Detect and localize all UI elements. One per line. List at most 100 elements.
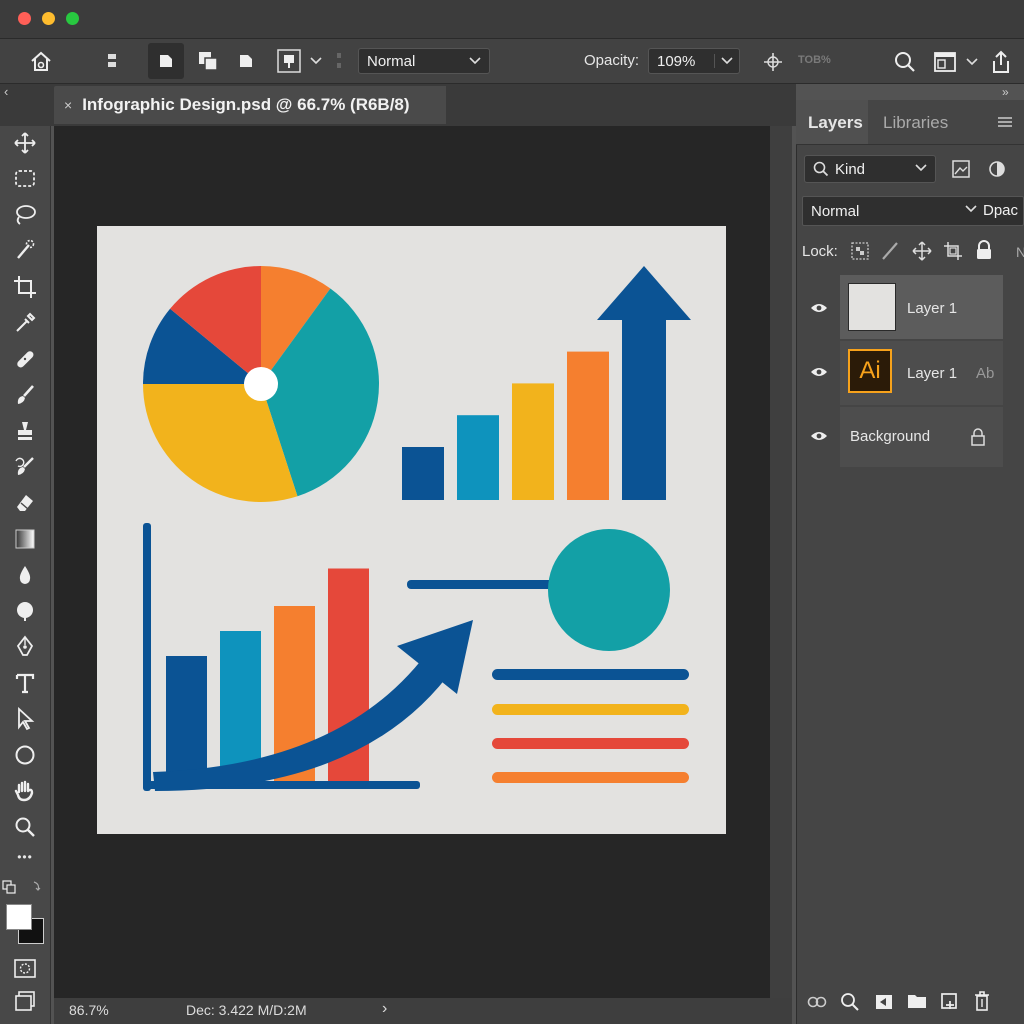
new-layer-icon[interactable] xyxy=(940,992,960,1012)
subtract-selection-button[interactable] xyxy=(228,43,264,79)
close-window-button[interactable] xyxy=(18,12,31,25)
history-brush-tool-icon[interactable] xyxy=(8,452,42,482)
home-icon[interactable] xyxy=(26,47,56,77)
filter-kind-select[interactable]: Kind xyxy=(804,155,936,183)
separator-icon xyxy=(332,51,346,71)
clone-stamp-tool-icon[interactable] xyxy=(8,416,42,446)
tab-layers[interactable]: Layers xyxy=(796,100,868,144)
illustrator-smart-object-thumbnail: Ai xyxy=(848,349,892,393)
delete-layer-icon[interactable] xyxy=(973,990,993,1012)
blur-tool-icon[interactable] xyxy=(8,560,42,590)
layer-blend-mode-select[interactable]: Normal Dpac xyxy=(802,196,1024,226)
tool-preset-icon[interactable] xyxy=(102,51,122,71)
brush-tool-icon[interactable] xyxy=(8,380,42,410)
lock-all-icon[interactable] xyxy=(975,240,995,262)
search-icon[interactable] xyxy=(890,47,920,77)
zoom-tool-icon[interactable] xyxy=(8,812,42,842)
layer-thumbnail xyxy=(848,283,896,331)
lock-label: Lock: xyxy=(802,243,838,260)
lasso-tool-icon[interactable] xyxy=(8,200,42,230)
eye-visibility-icon[interactable] xyxy=(810,430,828,442)
eye-visibility-icon[interactable] xyxy=(810,302,828,314)
close-tab-icon[interactable]: × xyxy=(64,97,72,113)
minimize-window-button[interactable] xyxy=(42,12,55,25)
new-selection-button[interactable] xyxy=(148,43,184,79)
opacity-input[interactable]: 109% xyxy=(648,48,740,74)
quick-selection-tool-icon[interactable] xyxy=(8,236,42,266)
workspace-icon[interactable] xyxy=(930,47,960,77)
healing-brush-tool-icon[interactable] xyxy=(8,344,42,374)
layer-name: Layer 1 xyxy=(907,365,958,382)
quick-mask-icon[interactable] xyxy=(8,954,42,984)
blend-mode-select[interactable]: Normal xyxy=(358,48,490,74)
infographic-artwork xyxy=(143,266,691,791)
hand-tool-icon[interactable] xyxy=(8,776,42,806)
new-group-folder-icon[interactable] xyxy=(907,992,927,1012)
collapse-panel-icon[interactable]: » xyxy=(1002,85,1009,99)
search-icon xyxy=(813,161,829,177)
layer-mask-icon[interactable] xyxy=(874,992,894,1012)
more-tools-icon[interactable]: ••• xyxy=(8,842,42,872)
zoom-window-button[interactable] xyxy=(66,12,79,25)
eyedropper-tool-icon[interactable] xyxy=(8,308,42,338)
zoom-level[interactable]: 86.7% xyxy=(69,1002,109,1018)
ellipse-tool-icon[interactable] xyxy=(8,740,42,770)
tools-panel: ••• xyxy=(0,126,51,1024)
dodge-tool-icon[interactable] xyxy=(8,596,42,626)
document-tab[interactable]: × Infographic Design.psd @ 66.7% (R6B/8) xyxy=(54,86,446,124)
eraser-tool-icon[interactable] xyxy=(8,488,42,518)
tab-libraries-label: Libraries xyxy=(883,113,949,132)
intersect-selection-button[interactable] xyxy=(274,47,304,75)
layer-opacity-label: Dpac xyxy=(983,202,1019,219)
layer-row[interactable]: Background xyxy=(840,407,1003,467)
filter-kind-value: Kind xyxy=(835,160,866,178)
chevron-down-icon[interactable] xyxy=(964,53,980,71)
path-selection-tool-icon[interactable] xyxy=(8,704,42,734)
panel-menu-icon[interactable] xyxy=(998,116,1014,130)
status-menu-arrow-icon[interactable]: › xyxy=(382,1000,387,1018)
link-layers-icon[interactable] xyxy=(806,994,828,1010)
lock-image-pixels-icon[interactable] xyxy=(880,241,900,261)
teal-circle xyxy=(548,529,670,651)
placeholder-line xyxy=(492,738,689,749)
move-crosshair-icon[interactable] xyxy=(758,49,788,75)
chevron-down-icon xyxy=(965,202,977,216)
collapse-toolbar-icon[interactable]: ‹ xyxy=(4,84,8,99)
lock-artboard-icon[interactable] xyxy=(943,241,963,261)
upward-arrow-graphic xyxy=(597,266,691,500)
lock-transparent-pixels-icon[interactable] xyxy=(850,241,870,261)
gradient-tool-icon[interactable] xyxy=(8,524,42,554)
eye-visibility-icon[interactable] xyxy=(810,366,828,378)
crop-tool-icon[interactable] xyxy=(8,272,42,302)
arrow-shaft xyxy=(622,318,666,500)
vertical-scrollbar[interactable] xyxy=(770,126,792,998)
move-tool-icon[interactable] xyxy=(8,128,42,158)
placeholder-line xyxy=(492,669,689,680)
bar xyxy=(220,631,261,781)
text-placeholder-lines xyxy=(492,669,689,783)
chevron-down-icon xyxy=(915,161,927,175)
bar xyxy=(166,656,207,781)
bar xyxy=(567,351,609,500)
filter-adjustment-layer-icon[interactable] xyxy=(986,158,1008,180)
chevron-down-icon[interactable] xyxy=(308,51,324,71)
bar xyxy=(457,415,499,500)
type-tool-icon[interactable] xyxy=(8,668,42,698)
pen-tool-icon[interactable] xyxy=(8,632,42,662)
marquee-tool-icon[interactable] xyxy=(8,164,42,194)
foreground-color-swatch[interactable] xyxy=(6,904,32,930)
add-to-selection-button[interactable] xyxy=(190,43,226,79)
default-colors-icon[interactable] xyxy=(2,878,42,898)
artboard[interactable] xyxy=(97,226,726,834)
faded-option-value: TOB% xyxy=(798,54,831,66)
screen-mode-icon[interactable] xyxy=(8,986,42,1016)
layer-name: Layer 1 xyxy=(907,300,958,317)
share-icon[interactable] xyxy=(986,47,1016,77)
layer-row[interactable]: Layer 1 xyxy=(840,275,1003,339)
layer-style-icon[interactable] xyxy=(840,992,860,1012)
filter-pixel-layer-icon[interactable] xyxy=(950,158,972,180)
pie-chart xyxy=(143,266,379,502)
tab-libraries[interactable]: Libraries xyxy=(870,100,968,144)
layer-row[interactable]: Ai Layer 1 Ab xyxy=(840,341,1003,405)
lock-position-icon[interactable] xyxy=(912,241,932,261)
